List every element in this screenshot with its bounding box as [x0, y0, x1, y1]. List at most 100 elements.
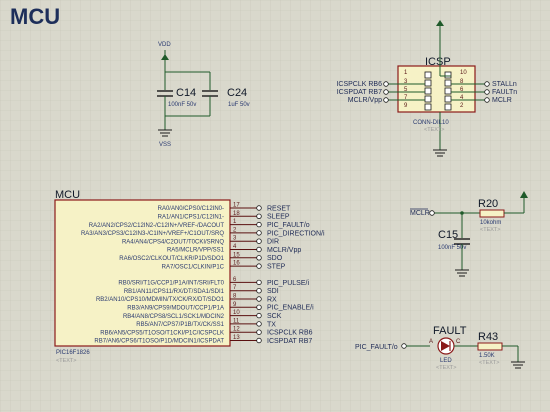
mcu-pin-name: RB7/AN6/CPS6/T1OSO/P1D/MDCIN1/ICSPDAT	[94, 339, 224, 345]
mcu-pin-terminal	[256, 230, 262, 236]
r20-resistor-icon	[479, 209, 505, 218]
r20-text-hint: <TEXT>	[480, 227, 500, 233]
mcu-pin-name: RA0/AN0/CPS0/C12IN0-	[158, 206, 224, 212]
icsp-right-label-3: MCLR	[492, 97, 512, 104]
mcu-pin-number: 17	[233, 203, 240, 209]
mcu-pin-number: 11	[233, 318, 240, 324]
mcu-pin-terminal	[256, 255, 262, 261]
mcu-pin-name: RB4/AN8/CPS8/SCL1/SCK1/MDCIN2	[123, 314, 225, 320]
icsp-left-terminal-3	[383, 97, 389, 103]
mcu-pin-name: RB2/AN10/CPS10/MDMIN/TX/CK/RX/DT/SDO1	[96, 297, 225, 303]
fault-net-terminal	[401, 343, 407, 349]
mcu-pin-number: 13	[233, 335, 240, 341]
mcu-pin-terminal	[256, 296, 262, 302]
r20-value: 10kohm	[480, 220, 501, 226]
led-part: LED	[440, 358, 452, 364]
mcu-pin-number: 18	[233, 211, 240, 217]
mcu-pin-name: RB5/AN7/CPS7/P1B/TX/CK/SS1	[136, 322, 224, 328]
mcu-ref: MCU	[55, 189, 80, 201]
mcu-pin-net: SCK	[267, 313, 282, 320]
mcu-pin-name: RB0/SRI/T1G/CCP1/P1A/INT/SRI/FLT0	[118, 281, 224, 287]
vss-label: VSS	[159, 142, 171, 148]
mcu-pin-net: RESET	[267, 205, 291, 212]
vdd-label: VDD	[158, 42, 171, 48]
mcu-pin-terminal	[256, 312, 262, 319]
mcu-pin-terminal	[256, 221, 262, 228]
icsp-pin-10: 10	[460, 70, 467, 76]
mcu-pin-terminal	[256, 205, 262, 211]
mcu-pin-net: ICSPCLK RB6	[267, 330, 313, 337]
sheet-title: MCU	[10, 4, 60, 29]
mcu-pin-name: RB6/AN5/CPS5/T1OSO/T1CKI/P1C/ICSPCLK	[100, 330, 224, 336]
mcu-pin-name: RB1/AN11/CPS11/RX/DT/SDA1/SDI1	[124, 289, 225, 295]
mcu-pin-number: 10	[233, 310, 240, 316]
mcu-pin-net: PIC_FAULT/o	[267, 222, 310, 229]
icsp-left-terminal-2	[383, 89, 389, 95]
mcu-pin-name: RA3/AN3/CPS3/C12IN3-/C1IN+/VREF+/C1OUT/S…	[81, 231, 224, 237]
schematic-canvas: MCU VDD C14 100nF 50v C24 1uF 50v VSS IC…	[0, 0, 550, 412]
led-icon	[437, 337, 455, 355]
mcu-text-hint: <TEXT>	[56, 358, 76, 364]
mcu-pin-net: SDO	[267, 255, 283, 262]
c24-value: 1uF 50v	[228, 102, 250, 108]
mcu-pin-terminal	[256, 288, 262, 294]
mcu-pin-number: 16	[233, 261, 240, 267]
mcu-pin-terminal	[256, 329, 262, 335]
mcu-pin-name: RB3/AN9/CPS9/MDOUT/CCP1/P1A	[127, 306, 224, 312]
reset-mclr-label: MCLR	[410, 210, 430, 217]
mcu-pin-net: MCLR/Vpp	[267, 247, 301, 254]
mcu-pin-net: ICSPDAT RB7	[267, 338, 312, 345]
mcu-pin-net: PIC_DIRECTION/i	[267, 230, 325, 237]
icsp-left-label-3: MCLR/Vpp	[348, 97, 382, 104]
r43-value: 1.50K	[479, 353, 495, 359]
icsp-right-label-2: FAULTn	[492, 89, 517, 96]
icsp-left-label-2: ICSPDAT RB7	[337, 89, 382, 96]
icsp-text-hint: <TEXT>	[424, 127, 444, 133]
led-anode-label: A	[429, 339, 433, 345]
led-text-hint: <TEXT>	[436, 365, 456, 371]
fault-net-label: PIC_FAULT/o	[355, 344, 398, 351]
mcu-pin-net: SDI	[267, 288, 279, 295]
mcu-pin-terminal	[256, 238, 262, 244]
mcu-pin-terminal	[256, 263, 262, 269]
mcu-pin-net: RX	[267, 296, 277, 303]
icsp-part: CONN-DIL10	[413, 120, 449, 126]
r20-ref: R20	[478, 198, 498, 210]
mcu-pin-name: RA1/AN1/CPS1/C12IN1-	[158, 215, 224, 221]
mcu-pin-terminal	[256, 321, 262, 327]
mcu-pin-net: SLEEP	[267, 214, 290, 221]
reset-mclr-terminal	[429, 210, 435, 216]
mcu-pin-name: RA6/OSC2/CLKOUT/CLKR/P1D/SDO1	[119, 256, 224, 262]
mcu-pin-number: 15	[233, 252, 240, 258]
led-cathode-label: C	[456, 339, 461, 345]
r43-text-hint: <TEXT>	[479, 360, 499, 366]
r43-resistor-icon	[477, 342, 503, 351]
c24-ref: C24	[227, 87, 247, 99]
mcu-part: PIC16F1826	[56, 350, 90, 356]
mcu-pin-name: RA2/AN2/CPS2/C12IN2-/C12IN+/VREF-/DACOUT	[89, 223, 225, 229]
icsp-right-terminal-1	[484, 81, 490, 87]
icsp-right-label-1: STALLn	[492, 81, 517, 88]
c15-ref: C15	[438, 229, 458, 241]
mcu-pin-terminal	[256, 246, 262, 253]
mcu-pin-terminal	[256, 337, 262, 344]
icsp-left-label-1: ICSPCLK RB6	[336, 81, 382, 88]
mcu-pin-name: RA5/MCLR/VPP/SS1	[167, 248, 225, 254]
fault-led-ref: FAULT	[433, 325, 467, 337]
mcu-pin-name: RA4/AN4/CPS4/C2OUT/T0CKI/SRNQ	[122, 239, 224, 245]
icsp-right-terminal-2	[484, 89, 490, 95]
icsp-right-terminal-3	[484, 97, 490, 103]
c14-ref: C14	[176, 87, 196, 99]
mcu-pin-net: PIC_PULSE/i	[267, 280, 309, 287]
mcu-pin-net: DIR	[267, 239, 279, 246]
mcu-pin-name: RA7/OSC1/CLKIN/P1C	[162, 264, 225, 270]
icsp-left-terminal-1	[383, 81, 389, 87]
mcu-pin-terminal	[256, 304, 262, 310]
mcu-pin-net: TX	[267, 321, 276, 328]
mcu-pin-net: PIC_ENABLE/i	[267, 305, 314, 312]
c14-value: 100nF 50v	[168, 102, 196, 108]
mcu-pin-net: STEP	[267, 264, 286, 271]
r43-ref: R43	[478, 331, 498, 343]
mcu-pin-terminal	[256, 213, 262, 219]
mcu-pin-terminal	[256, 279, 262, 286]
